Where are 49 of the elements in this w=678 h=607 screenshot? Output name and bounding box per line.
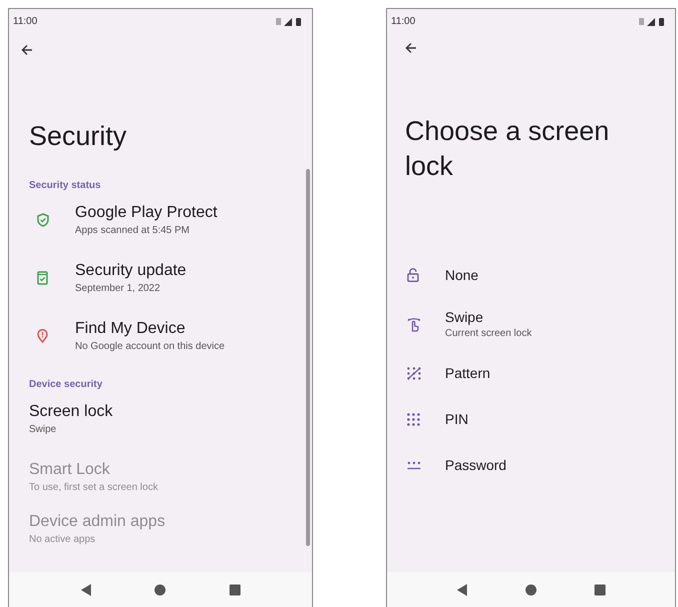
item-title: Smart Lock xyxy=(29,461,111,479)
item-title: Screen lock xyxy=(29,403,113,421)
item-title: Device admin apps xyxy=(29,513,166,531)
status-icons xyxy=(276,16,304,26)
status-time: 11:00 xyxy=(391,16,416,26)
settings-item[interactable]: Screen lock Swipe xyxy=(9,390,312,448)
item-subtitle: Apps scanned at 5:45 PM xyxy=(75,225,191,236)
swipe-gesture-icon xyxy=(407,316,421,332)
settings-item[interactable]: Find My Device No Google account on this device xyxy=(9,307,312,365)
item-title: Google Play Protect xyxy=(75,204,218,222)
recents-icon[interactable] xyxy=(228,584,241,596)
option-title: Swipe xyxy=(445,309,484,325)
item-subtitle: To use, first set a screen lock xyxy=(29,482,158,493)
scrollbar[interactable] xyxy=(306,169,310,546)
password-dots-icon xyxy=(407,460,421,470)
recents-icon[interactable] xyxy=(594,584,606,596)
option-title: Password xyxy=(445,457,506,473)
option-subtitle: Current screen lock xyxy=(445,328,532,339)
option-title: PIN xyxy=(445,411,468,427)
lock-option[interactable]: Pattern xyxy=(387,350,675,396)
settings-item[interactable]: Security update September 1, 2022 xyxy=(9,249,312,307)
item-title: Security update xyxy=(75,262,186,280)
section-header: Device security xyxy=(29,379,104,390)
item-subtitle: Swipe xyxy=(29,424,58,435)
page-title: Security xyxy=(29,120,128,153)
option-title: None xyxy=(445,267,478,283)
lock-option[interactable]: Swipe Current screen lock xyxy=(387,298,675,350)
option-title: Pattern xyxy=(445,365,490,381)
page-title: Choose a screen lock xyxy=(405,115,610,183)
lock-option[interactable]: None xyxy=(387,252,675,298)
pattern-dots-icon xyxy=(407,366,421,380)
item-subtitle: No Google account on this device xyxy=(75,341,225,352)
item-subtitle: September 1, 2022 xyxy=(75,283,162,294)
lock-option[interactable]: PIN xyxy=(387,396,675,442)
item-title: Find My Device xyxy=(75,320,186,338)
status-icons xyxy=(639,16,667,26)
back-arrow-icon[interactable] xyxy=(21,44,33,56)
item-subtitle: No active apps xyxy=(29,534,96,545)
back-icon[interactable] xyxy=(80,584,92,596)
pin-keypad-icon xyxy=(407,412,420,426)
home-icon[interactable] xyxy=(154,584,166,596)
status-time: 11:00 xyxy=(13,16,38,26)
settings-item[interactable]: Google Play Protect Apps scanned at 5:45 PM xyxy=(9,191,312,249)
back-arrow-icon[interactable] xyxy=(405,42,417,54)
home-icon[interactable] xyxy=(524,584,537,596)
lock-option[interactable]: Password xyxy=(387,442,675,488)
unlocked-padlock-icon xyxy=(407,268,419,282)
back-icon[interactable] xyxy=(456,584,468,596)
section-header: Security status xyxy=(29,180,102,191)
